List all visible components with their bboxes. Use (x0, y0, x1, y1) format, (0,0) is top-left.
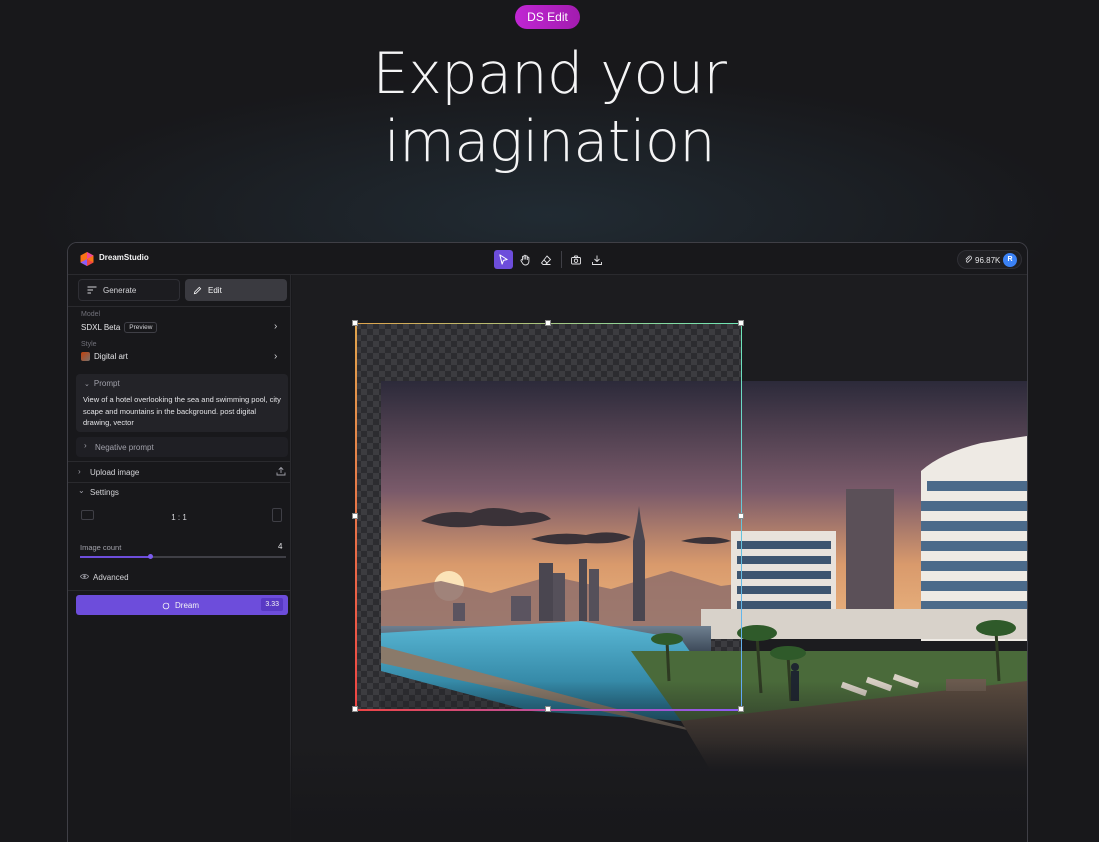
style-thumbnail-icon (81, 352, 90, 361)
toolbar-divider (561, 251, 562, 268)
headline-line-2: imagination (383, 109, 716, 175)
image-count-slider-knob[interactable] (148, 554, 154, 559)
divider (68, 590, 290, 591)
resize-handle-bottom-left[interactable] (352, 706, 358, 712)
prompt-title: Prompt (93, 379, 120, 388)
style-value: Digital art (94, 352, 128, 361)
prompt-panel[interactable]: ⌄ Prompt View of a hotel overlooking the … (76, 374, 288, 432)
headline-line-1: Expand your (372, 41, 727, 107)
eraser-icon (540, 254, 551, 265)
prompt-textarea[interactable]: View of a hotel overlooking the sea and … (83, 394, 283, 429)
tab-generate-label: Generate (103, 285, 137, 295)
eraser-tool-button[interactable] (536, 250, 555, 269)
prompt-chevron-down-icon: ⌄ (84, 381, 90, 388)
negative-prompt-title: Negative prompt (95, 443, 154, 452)
eye-icon (80, 574, 89, 579)
camera-icon (570, 255, 581, 264)
ds-edit-badge: DS Edit (515, 5, 580, 29)
tab-edit[interactable]: Edit (185, 279, 287, 301)
upload-icon[interactable] (276, 466, 286, 476)
resize-handle-left[interactable] (352, 513, 358, 519)
model-label: Model (81, 311, 101, 318)
negative-prompt-chevron-right-icon: › (84, 441, 87, 450)
hand-tool-button[interactable] (515, 250, 534, 269)
hand-icon (519, 254, 529, 265)
dream-button-label: Dream (175, 601, 200, 610)
dream-cost-badge: 3.33 (261, 598, 283, 611)
tab-edit-label: Edit (208, 285, 222, 295)
divider (68, 482, 290, 483)
avatar[interactable]: R (1003, 253, 1017, 267)
resize-handle-top-left[interactable] (352, 320, 358, 326)
upload-image-row[interactable]: Upload image (90, 468, 139, 477)
resize-handle-bottom-right[interactable] (738, 706, 744, 712)
resize-handle-right[interactable] (738, 513, 744, 519)
top-bar: DreamStudio 96.87K R (68, 243, 1027, 275)
divider (68, 461, 290, 462)
image-count-label: Image count (80, 543, 122, 552)
portrait-ratio-icon[interactable] (272, 508, 282, 522)
credits-amount: 96.87K (975, 256, 1001, 265)
model-selector[interactable]: SDXL Beta Preview (81, 322, 158, 333)
generate-icon (87, 286, 97, 294)
dreamstudio-logo-icon (80, 252, 94, 266)
download-icon (591, 255, 602, 265)
settings-row[interactable]: Settings (90, 488, 119, 497)
brand-name: DreamStudio (99, 253, 149, 262)
resize-handle-top[interactable] (545, 320, 551, 326)
select-arrow-icon (499, 254, 508, 265)
settings-chevron-down-icon: ⌄ (78, 486, 85, 495)
sidebar: Generate Edit Model SDXL Beta Preview › … (68, 275, 291, 842)
prompt-header[interactable]: ⌄ Prompt (84, 379, 120, 388)
image-count-slider-fill (80, 556, 151, 558)
upload-image-chevron-right-icon: › (78, 467, 81, 476)
image-count-value: 4 (278, 542, 283, 551)
negative-prompt-panel[interactable]: › Negative prompt (76, 437, 288, 457)
hero-headline: Expand your imagination (0, 40, 1099, 176)
download-button[interactable] (587, 250, 606, 269)
divider (68, 306, 290, 307)
aspect-ratio-value: 1 : 1 (171, 513, 187, 522)
dream-sparkle-icon (162, 602, 170, 609)
dream-button[interactable]: Dream 3.33 (76, 595, 288, 615)
snapshot-button[interactable] (566, 250, 585, 269)
style-chevron-right-icon[interactable]: › (274, 351, 277, 362)
model-chevron-right-icon[interactable]: › (274, 321, 277, 332)
app-window: DreamStudio 96.87K R Generate Edit Model… (67, 242, 1028, 842)
style-label: Style (81, 341, 97, 348)
image-count-slider[interactable] (80, 554, 286, 559)
model-value: SDXL Beta (81, 323, 121, 332)
select-tool-button[interactable] (494, 250, 513, 269)
credits-indicator[interactable]: 96.87K R (957, 250, 1022, 269)
style-selector[interactable]: Digital art (81, 352, 128, 361)
tab-generate[interactable]: Generate (78, 279, 180, 301)
credits-icon (965, 255, 972, 263)
selection-frame[interactable] (355, 323, 742, 710)
resize-handle-bottom[interactable] (545, 706, 551, 712)
pencil-icon (193, 286, 202, 294)
canvas-area[interactable] (292, 275, 1027, 842)
resize-handle-top-right[interactable] (738, 320, 744, 326)
advanced-toggle[interactable]: Advanced (93, 573, 129, 582)
model-preview-badge: Preview (124, 322, 158, 333)
